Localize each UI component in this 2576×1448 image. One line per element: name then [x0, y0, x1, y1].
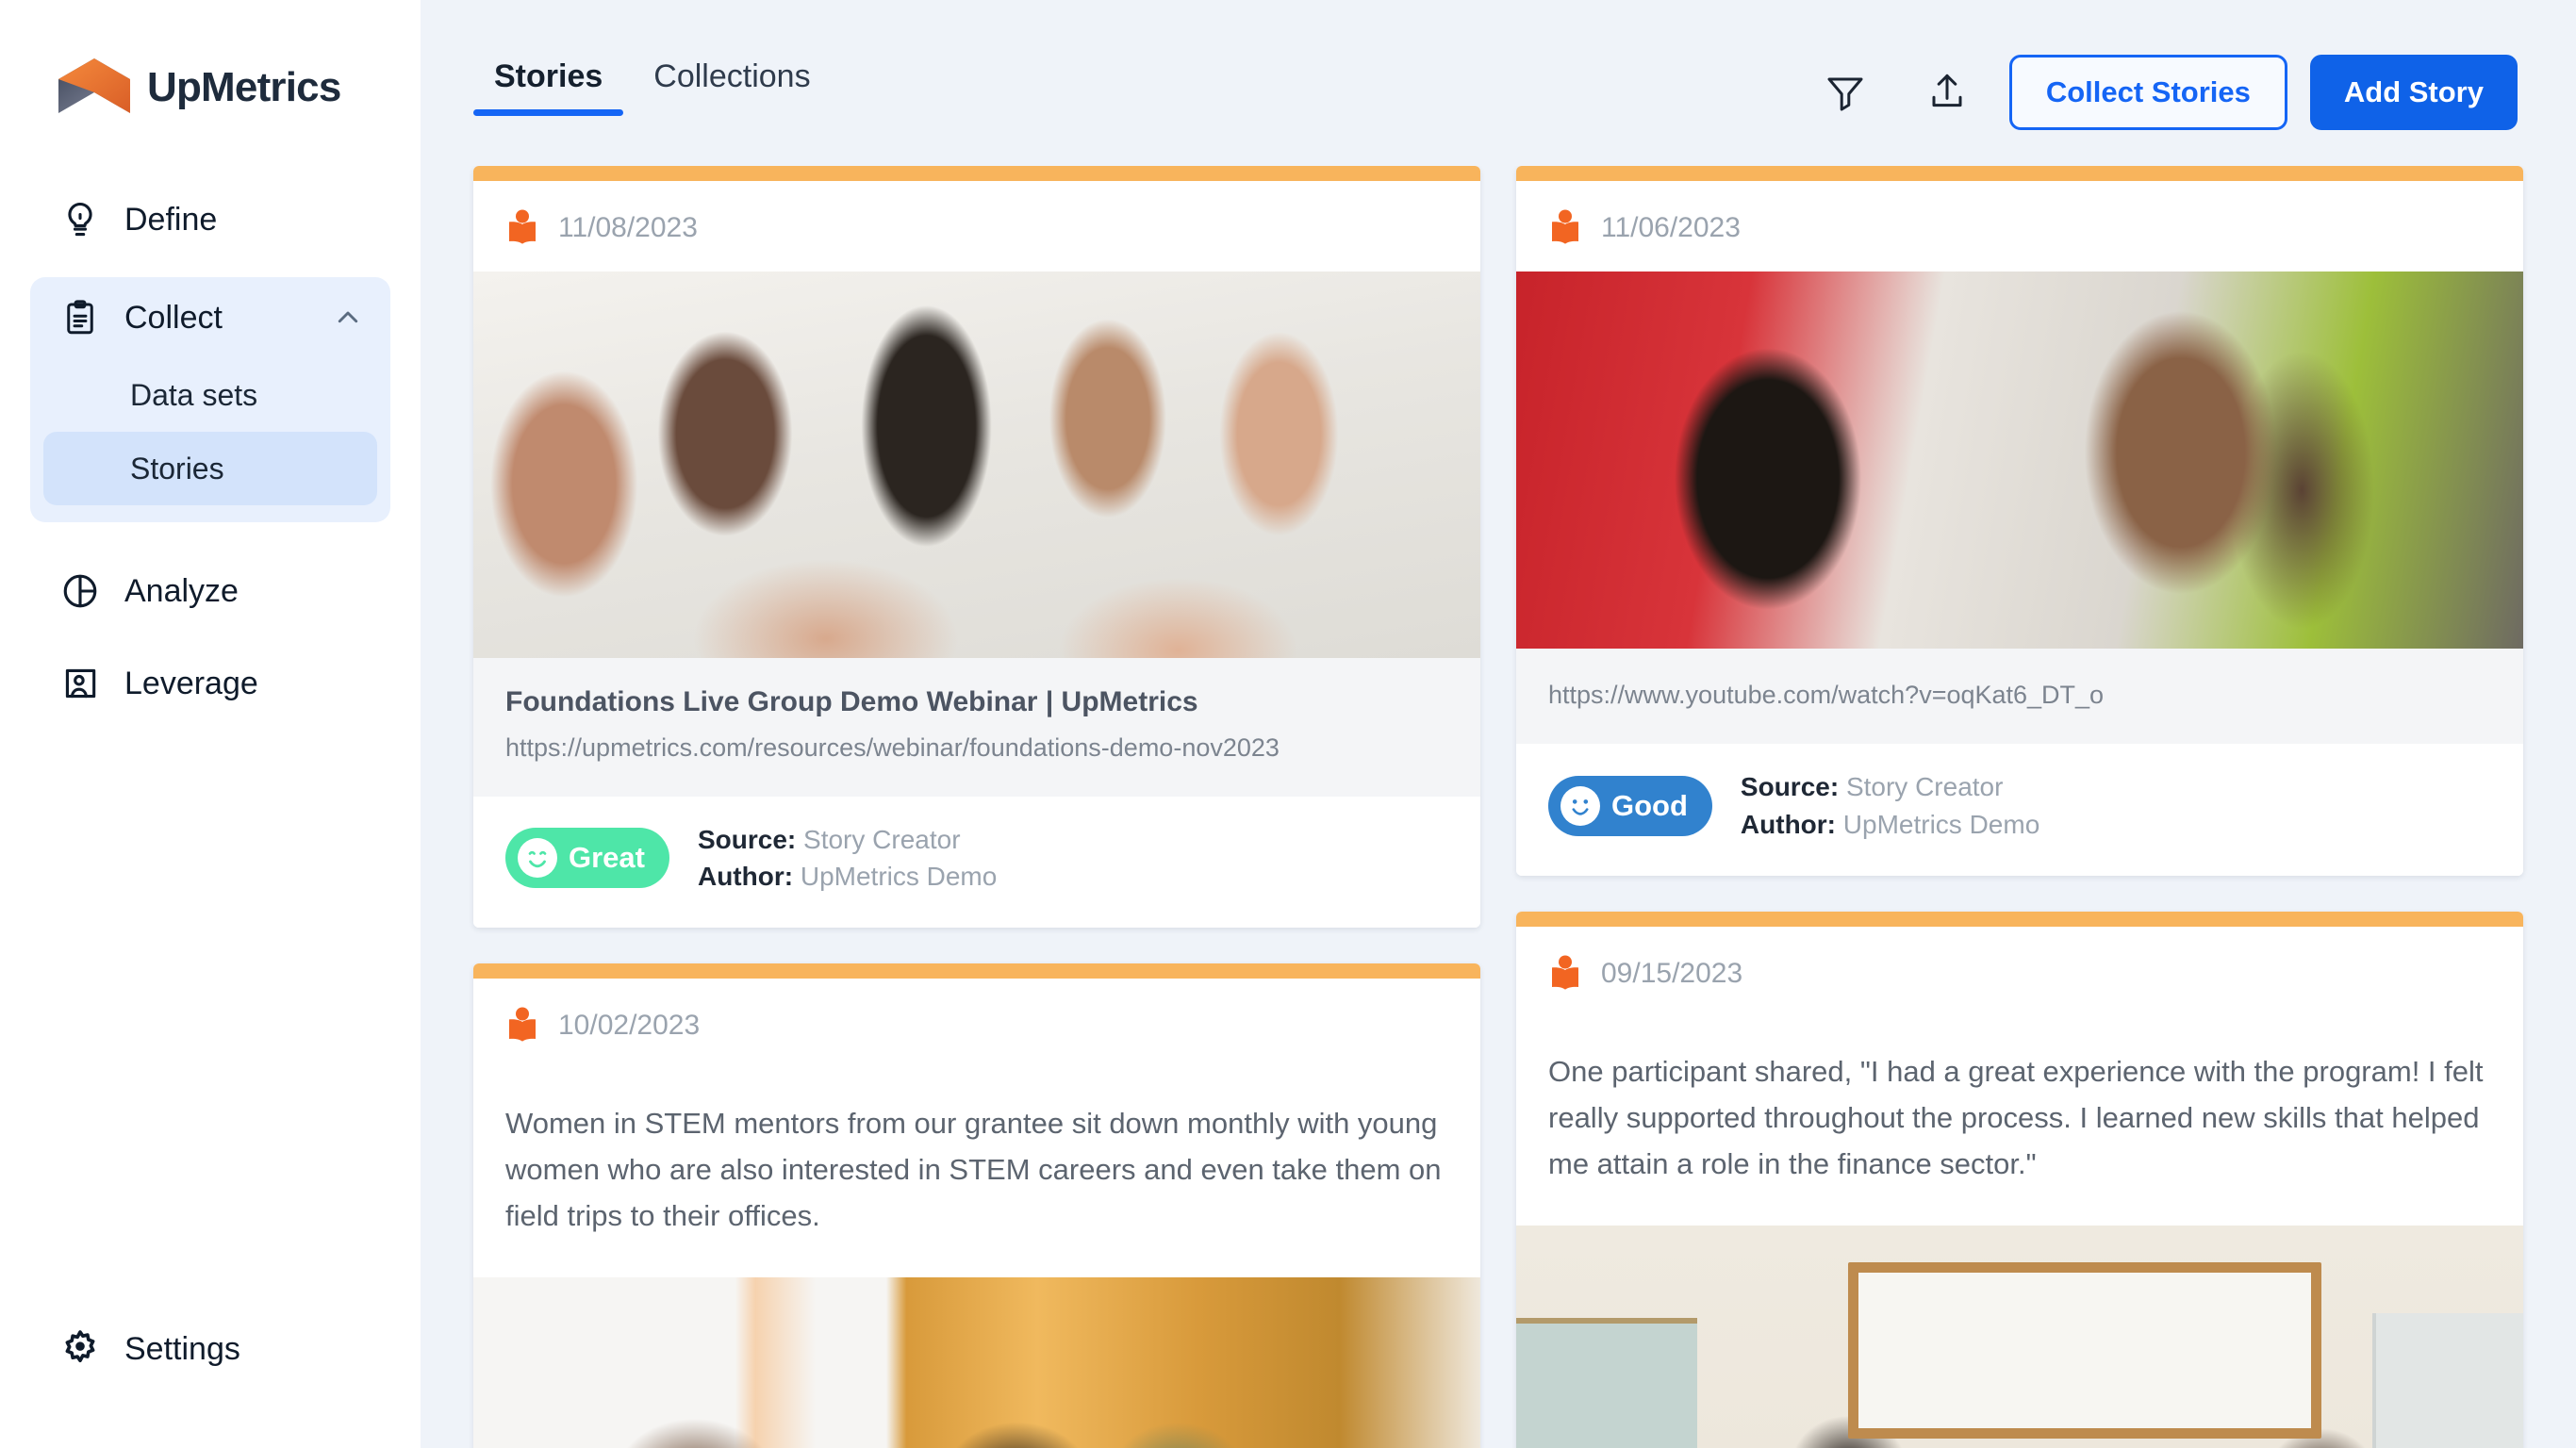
- photo-whiteboard: [1848, 1261, 2322, 1439]
- sidebar-item-label: Collect: [124, 299, 223, 336]
- sidebar-group-collect: Collect Data sets Stories: [30, 277, 390, 522]
- chevron-up-icon[interactable]: [334, 304, 362, 332]
- filter-funnel-icon[interactable]: [1806, 58, 1885, 126]
- topbar-actions: Collect Stories Add Story: [1806, 55, 2518, 130]
- user-card-icon: [58, 662, 102, 705]
- story-image: [1516, 272, 2523, 649]
- tab-label: Stories: [494, 58, 603, 94]
- source-value: Story Creator: [803, 824, 961, 854]
- lightbulb-icon: [58, 198, 102, 241]
- story-image: [473, 272, 1480, 658]
- brand-logo[interactable]: UpMetrics: [0, 0, 421, 117]
- sidebar-item-collect[interactable]: Collect: [30, 277, 390, 358]
- sidebar-subitem-label: Data sets: [130, 377, 258, 412]
- add-story-label: Add Story: [2343, 75, 2484, 108]
- story-footer: Great Source: Story Creator Author: UpMe…: [473, 796, 1480, 929]
- tab-collections[interactable]: Collections: [633, 58, 831, 116]
- story-footer: Good Source: Story Creator Author: UpMet…: [1516, 744, 2523, 876]
- pie-chart-icon: [58, 569, 102, 613]
- sidebar-subitem-label: Stories: [130, 451, 224, 485]
- sidebar-item-leverage[interactable]: Leverage: [0, 643, 421, 724]
- gear-icon: [58, 1327, 102, 1371]
- story-book-icon: [505, 209, 539, 247]
- tab-label: Collections: [653, 58, 811, 94]
- story-body-text: Women in STEM mentors from our grantee s…: [505, 1107, 1442, 1233]
- story-image: [473, 1277, 1480, 1448]
- photo-cabinet-left: [1516, 1317, 1698, 1448]
- sidebar-item-define[interactable]: Define: [0, 179, 421, 260]
- story-book-icon: [505, 1007, 539, 1045]
- tab-bar: Stories Collections: [473, 58, 832, 116]
- story-card[interactable]: 11/06/2023 https://www.youtube.com/watch…: [1516, 166, 2523, 876]
- source-value: Story Creator: [1845, 772, 2004, 802]
- clipboard-icon: [58, 296, 102, 339]
- source-label: Source:: [1740, 772, 1840, 802]
- tab-stories[interactable]: Stories: [473, 58, 624, 116]
- story-date: 11/08/2023: [558, 212, 698, 243]
- smiley-neutral-happy-icon: [1560, 785, 1600, 826]
- story-card[interactable]: 09/15/2023 One participant shared, "I ha…: [1516, 911, 2523, 1448]
- smiley-happy-icon: [518, 838, 557, 879]
- source-label: Source:: [697, 824, 797, 854]
- sidebar-item-label: Analyze: [124, 572, 239, 609]
- sidebar-item-analyze[interactable]: Analyze: [0, 551, 421, 632]
- card-header: 10/02/2023: [473, 979, 1480, 1069]
- photo-cabinet-right: [2371, 1312, 2523, 1448]
- story-book-icon: [1548, 209, 1582, 247]
- stories-grid: 11/08/2023 Foundations Live Group Demo W…: [421, 166, 2576, 1448]
- main-content: Stories Collections Collect Stories Add …: [421, 0, 2576, 1448]
- topbar: Stories Collections Collect Stories Add …: [421, 0, 2576, 166]
- sidebar-item-label: Settings: [124, 1330, 240, 1367]
- sidebar-item-label: Define: [124, 201, 218, 238]
- sidebar-item-data-sets[interactable]: Data sets: [43, 358, 377, 432]
- story-date: 09/15/2023: [1601, 957, 1743, 989]
- story-card[interactable]: 11/08/2023 Foundations Live Group Demo W…: [473, 166, 1480, 929]
- card-accent-bar: [473, 166, 1480, 181]
- story-book-icon: [1548, 955, 1582, 993]
- story-date: 11/06/2023: [1601, 212, 1741, 243]
- brand-name: UpMetrics: [147, 64, 341, 110]
- story-body-text: One participant shared, "I had a great e…: [1548, 1054, 2484, 1180]
- author-value: UpMetrics Demo: [800, 862, 998, 892]
- author-label: Author:: [697, 862, 794, 892]
- card-header: 09/15/2023: [1516, 927, 2523, 1017]
- card-accent-bar: [1516, 911, 2523, 927]
- author-label: Author:: [1740, 809, 1836, 839]
- sidebar-nav: Define Collect Data sets Stories Analyze…: [0, 179, 421, 724]
- upmetrics-logo-icon: [58, 58, 130, 117]
- sidebar: UpMetrics Define Collect Data sets Stori…: [0, 0, 421, 1448]
- story-date: 10/02/2023: [558, 1010, 701, 1042]
- status-badge-label: Good: [1611, 788, 1688, 822]
- story-link-preview[interactable]: Foundations Live Group Demo Webinar | Up…: [473, 658, 1480, 797]
- collect-stories-label: Collect Stories: [2045, 75, 2251, 108]
- sidebar-item-settings[interactable]: Settings: [0, 1327, 240, 1371]
- story-link-url: https://upmetrics.com/resources/webinar/…: [505, 732, 1280, 762]
- story-link-preview[interactable]: https://www.youtube.com/watch?v=oqKat6_D…: [1516, 649, 2523, 745]
- story-link-url: https://www.youtube.com/watch?v=oqKat6_D…: [1548, 681, 2105, 709]
- stories-column-right: 11/06/2023 https://www.youtube.com/watch…: [1516, 166, 2523, 1448]
- upload-share-icon[interactable]: [1907, 58, 1987, 126]
- story-link-title: Foundations Live Group Demo Webinar | Up…: [505, 686, 1198, 717]
- card-header: 11/06/2023: [1516, 181, 2523, 272]
- sidebar-item-stories[interactable]: Stories: [43, 432, 377, 505]
- story-meta: Source: Story Creator Author: UpMetrics …: [698, 821, 997, 897]
- story-card[interactable]: 10/02/2023 Women in STEM mentors from ou…: [473, 963, 1480, 1448]
- add-story-button[interactable]: Add Story: [2309, 55, 2518, 130]
- app-root: UpMetrics Define Collect Data sets Stori…: [0, 0, 2576, 1448]
- card-header: 11/08/2023: [473, 181, 1480, 272]
- sidebar-item-label: Leverage: [124, 665, 258, 701]
- story-meta: Source: Story Creator Author: UpMetrics …: [1741, 768, 2039, 844]
- author-value: UpMetrics Demo: [1842, 809, 2040, 839]
- stories-column-left: 11/08/2023 Foundations Live Group Demo W…: [473, 166, 1480, 1448]
- story-image: [1516, 1225, 2523, 1448]
- status-badge[interactable]: Great: [505, 828, 669, 889]
- card-accent-bar: [473, 963, 1480, 979]
- status-badge-label: Great: [569, 841, 645, 875]
- card-accent-bar: [1516, 166, 2523, 181]
- collect-stories-button[interactable]: Collect Stories: [2008, 55, 2287, 130]
- status-badge[interactable]: Good: [1548, 775, 1712, 836]
